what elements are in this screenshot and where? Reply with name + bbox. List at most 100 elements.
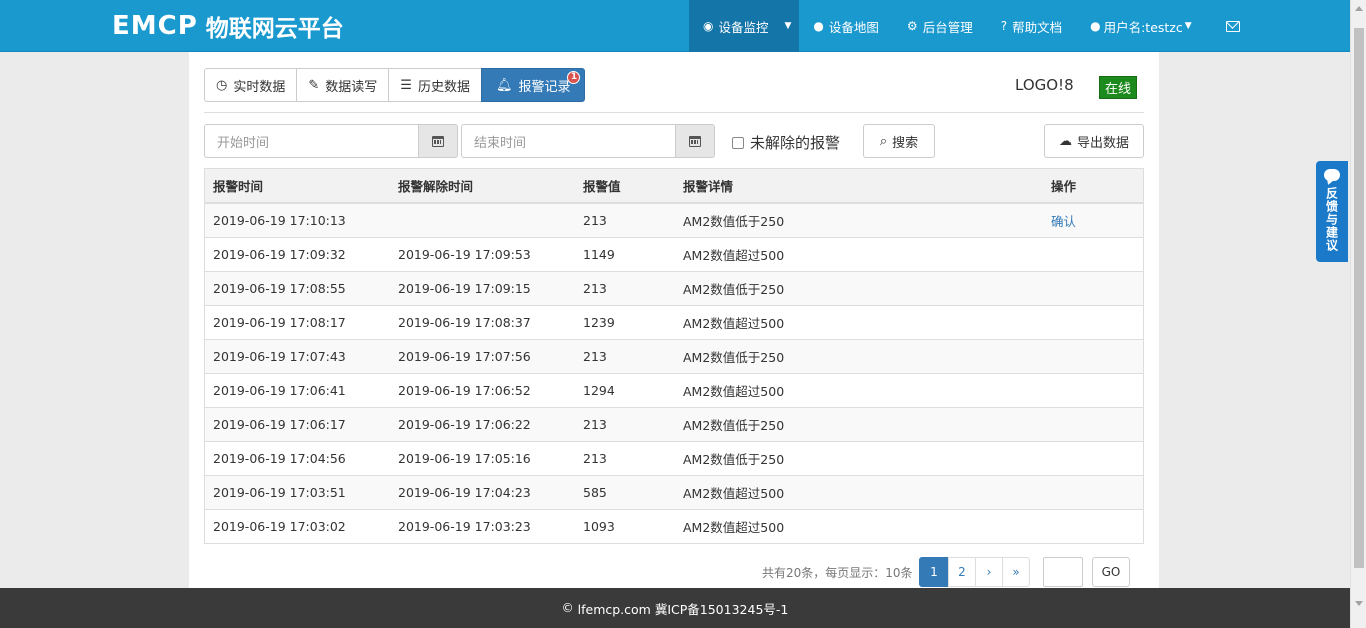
- table-row: 2019-06-19 17:07:43 2019-06-19 17:07:56 21…: [205, 338, 1143, 373]
- page-2-button[interactable]: 2: [948, 557, 976, 587]
- nav-device-map-label: 设备地图: [828, 19, 879, 35]
- table-row: 2019-06-19 17:06:17 2019-06-19 17:06:22 21…: [205, 406, 1143, 441]
- search-button-label: 搜索: [892, 135, 919, 151]
- unresolved-filter[interactable]: 未解除的报警: [732, 132, 840, 153]
- table-row: 2019-06-19 17:08:17 2019-06-19 17:08:37 12…: [205, 304, 1143, 339]
- chevron-down-icon: ▼: [1184, 21, 1192, 31]
- nav-admin[interactable]: ⚙ 后台管理: [893, 0, 987, 52]
- nav-help-docs[interactable]: ? 帮助文档: [987, 0, 1076, 52]
- table-cell: AM2数值低于250: [675, 440, 1043, 475]
- table-cell: AM2数值低于250: [675, 406, 1043, 441]
- nav-device-map[interactable]: ● 设备地图: [799, 0, 893, 52]
- calendar-icon: [432, 135, 444, 147]
- copyright-icon: ©: [561, 601, 574, 615]
- brand-name: 物联网云平台: [205, 16, 344, 42]
- table-row: 2019-06-19 17:04:56 2019-06-19 17:05:16 21…: [205, 440, 1143, 475]
- table-cell: 2019-06-19 17:05:16: [390, 440, 575, 475]
- table-row: 2019-06-19 17:03:51 2019-06-19 17:04:23 58…: [205, 474, 1143, 509]
- tab-history-data[interactable]: ☰ 历史数据: [388, 68, 482, 102]
- table-cell: [1043, 508, 1143, 543]
- table-cell: 213: [575, 202, 675, 237]
- table-cell: 2019-06-19 17:06:41: [205, 372, 390, 407]
- tab-alarm-records-label: 报警记录: [518, 79, 571, 95]
- next-page-button[interactable]: ›: [975, 557, 1003, 587]
- nav-help-docs-label: 帮助文档: [1012, 19, 1063, 35]
- table-cell: AM2数值低于250: [675, 202, 1043, 237]
- end-date-picker-button[interactable]: [675, 124, 715, 158]
- tab-history-data-label: 历史数据: [417, 79, 470, 95]
- table-row: 2019-06-19 17:10:13 213 AM2数值低于250 确认: [205, 202, 1143, 237]
- scrollbar-thumb[interactable]: [1354, 28, 1364, 568]
- table-cell: 2019-06-19 17:09:32: [205, 236, 390, 271]
- monitor-icon: ◉: [703, 19, 714, 33]
- pagination: 1 2 › »: [919, 557, 1030, 587]
- unresolved-checkbox[interactable]: [732, 136, 744, 149]
- alarm-table: 报警时间 报警解除时间 报警值 报警详情 操作 2019-06-19 17:10…: [204, 168, 1144, 544]
- export-data-button[interactable]: ☁ 导出数据: [1044, 124, 1144, 158]
- table-cell: 2019-06-19 17:07:43: [205, 338, 390, 373]
- scroll-up-icon[interactable]: [1355, 6, 1363, 11]
- go-button[interactable]: GO: [1092, 557, 1130, 587]
- brand[interactable]: EMCP 物联网云平台: [112, 10, 344, 42]
- table-cell: AM2数值低于250: [675, 338, 1043, 373]
- table-cell: 2019-06-19 17:09:15: [390, 270, 575, 305]
- column-header: 报警时间: [205, 169, 390, 204]
- chevron-down-icon: ▼: [784, 21, 792, 31]
- footer: © lfemcp.com 冀ICP备15013245号-1: [0, 588, 1350, 628]
- chat-icon: [1324, 169, 1340, 181]
- nav-messages[interactable]: [1206, 0, 1260, 52]
- table-cell: [1043, 474, 1143, 509]
- table-row: 2019-06-19 17:08:55 2019-06-19 17:09:15 21…: [205, 270, 1143, 305]
- nav-device-monitor[interactable]: ◉ 设备监控 ▼: [689, 0, 800, 52]
- list-icon: ☰: [400, 77, 412, 93]
- tab-realtime-data[interactable]: ◷ 实时数据: [204, 68, 298, 102]
- table-cell: [1043, 236, 1143, 271]
- table-cell: 1093: [575, 508, 675, 543]
- page-1-button[interactable]: 1: [919, 557, 949, 587]
- feedback-tab[interactable]: 反馈与建议: [1316, 161, 1348, 262]
- main-panel: ◷ 实时数据 ✎ 数据读写 ☰ 历史数据 🔔︎ 报警记录 1 LOGO!8 在线…: [189, 52, 1159, 588]
- table-cell: AM2数值超过500: [675, 236, 1043, 271]
- table-cell: [390, 202, 575, 237]
- table-cell: 213: [575, 406, 675, 441]
- table-cell: AM2数值低于250: [675, 270, 1043, 305]
- search-icon: ⌕: [879, 133, 888, 149]
- table-body: 2019-06-19 17:10:13 213 AM2数值低于250 确认 2019-0…: [205, 202, 1143, 543]
- divider: [204, 112, 1144, 113]
- table-row: 2019-06-19 17:03:02 2019-06-19 17:03:23 10…: [205, 508, 1143, 543]
- vertical-scrollbar[interactable]: [1350, 0, 1366, 628]
- start-date-group: 开始时间: [204, 124, 458, 158]
- status-badge: 在线: [1099, 76, 1138, 99]
- table-cell: 213: [575, 440, 675, 475]
- search-button[interactable]: ⌕ 搜索: [863, 124, 935, 158]
- nav-user-menu[interactable]: ● 用户名:testzc ▼: [1076, 0, 1206, 52]
- table-cell: [1043, 270, 1143, 305]
- scroll-down-icon[interactable]: [1355, 601, 1363, 606]
- table-cell: 2019-06-19 17:04:23: [390, 474, 575, 509]
- calendar-icon: [689, 135, 701, 147]
- column-header: 操作: [1043, 169, 1143, 204]
- table-row: 2019-06-19 17:09:32 2019-06-19 17:09:53 11…: [205, 236, 1143, 271]
- column-header: 报警详情: [675, 169, 1043, 204]
- cloud-download-icon: ☁: [1058, 133, 1072, 149]
- start-date-picker-button[interactable]: [418, 124, 458, 158]
- tab-data-rw-label: 数据读写: [325, 79, 378, 95]
- table-cell: 213: [575, 338, 675, 373]
- start-date-input[interactable]: 开始时间: [204, 124, 418, 158]
- footer-text: lfemcp.com 冀ICP备15013245号-1: [577, 601, 789, 617]
- table-cell: AM2数值超过500: [675, 304, 1043, 339]
- table-cell: 2019-06-19 17:03:23: [390, 508, 575, 543]
- last-page-button[interactable]: »: [1002, 557, 1030, 587]
- table-cell: [1043, 304, 1143, 339]
- table-cell: 1149: [575, 236, 675, 271]
- tab-alarm-records[interactable]: 🔔︎ 报警记录 1: [480, 68, 586, 102]
- column-header: 报警解除时间: [390, 169, 575, 204]
- tab-data-rw[interactable]: ✎ 数据读写: [296, 68, 390, 102]
- question-icon: ?: [1000, 19, 1008, 33]
- nav-device-monitor-label: 设备监控: [718, 19, 769, 35]
- nav-menu: ◉ 设备监控 ▼ ● 设备地图 ⚙ 后台管理 ? 帮助文档 ● 用户名:test…: [689, 0, 1260, 52]
- end-date-input[interactable]: 结束时间: [461, 124, 675, 158]
- goto-page-input[interactable]: [1043, 557, 1083, 587]
- confirm-link[interactable]: 确认: [1051, 214, 1076, 229]
- table-row: 2019-06-19 17:06:41 2019-06-19 17:06:52 12…: [205, 372, 1143, 407]
